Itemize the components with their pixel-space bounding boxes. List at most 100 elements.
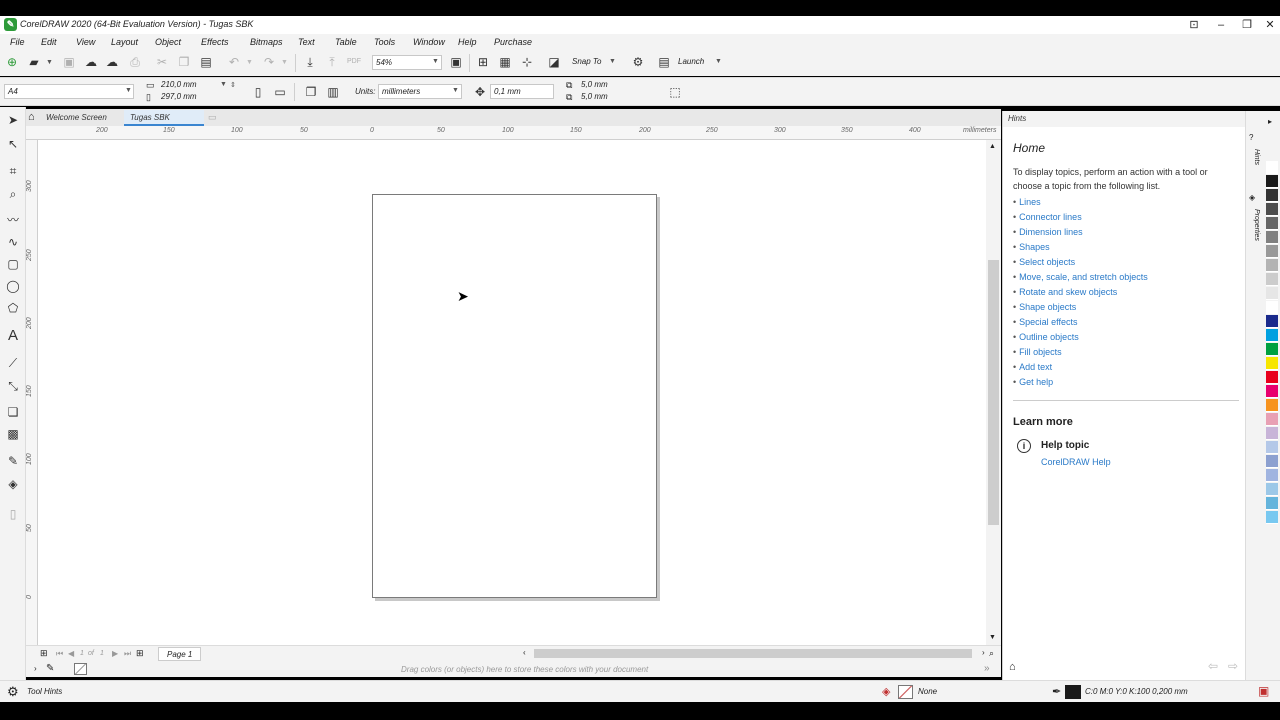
hint-link[interactable]: • Select objects: [1013, 257, 1075, 267]
color-swatch[interactable]: [1266, 371, 1278, 384]
hint-link[interactable]: • Rotate and skew objects: [1013, 287, 1117, 297]
text-tool-icon[interactable]: A: [4, 327, 22, 345]
print-icon[interactable]: ⎙: [127, 54, 143, 70]
launch-icon[interactable]: ▤: [656, 54, 672, 70]
color-swatch[interactable]: [1266, 231, 1278, 244]
connector-tool-icon[interactable]: ⤡: [4, 377, 22, 395]
export-icon[interactable]: ⤒: [324, 54, 340, 70]
color-swatch[interactable]: [1266, 301, 1278, 314]
chevron-down-icon[interactable]: ▼: [609, 58, 616, 65]
color-swatch[interactable]: [1266, 273, 1278, 286]
add-page-icon[interactable]: ⊞: [40, 648, 48, 659]
menu-object[interactable]: Object: [155, 37, 181, 47]
hint-link[interactable]: • Shapes: [1013, 242, 1050, 252]
menu-edit[interactable]: Edit: [41, 37, 57, 47]
home-icon[interactable]: ⌂: [28, 111, 35, 123]
scroll-down-icon[interactable]: ▼: [989, 634, 996, 641]
maximize-button[interactable]: ❐: [1236, 17, 1258, 33]
menu-help[interactable]: Help: [458, 37, 477, 47]
new-tab-icon[interactable]: ▭: [208, 112, 217, 123]
drop-shadow-icon[interactable]: ❏: [4, 403, 22, 421]
forward-arrow-icon[interactable]: ⇨: [1228, 659, 1238, 673]
dimension-tool-icon[interactable]: ⟋: [4, 354, 22, 372]
tab-welcome-screen[interactable]: Welcome Screen: [40, 110, 113, 126]
prev-page-icon[interactable]: ◀: [68, 649, 74, 658]
show-rulers-icon[interactable]: ⊞: [475, 54, 491, 70]
cloud-icon[interactable]: ☁: [83, 54, 99, 70]
shape-tool-icon[interactable]: ↖: [4, 135, 22, 153]
open-folder-icon[interactable]: ▰: [26, 54, 42, 70]
minimize-button[interactable]: –: [1210, 17, 1232, 33]
crop-tool-icon[interactable]: ⌗: [4, 162, 22, 180]
chevron-right-icon[interactable]: »: [984, 663, 990, 674]
menu-purchase[interactable]: Purchase: [494, 37, 532, 47]
color-swatch[interactable]: [1266, 441, 1278, 454]
chevron-down-icon[interactable]: ▼: [125, 87, 132, 94]
color-swatch[interactable]: [1266, 245, 1278, 258]
outline-swatch[interactable]: [1065, 685, 1081, 699]
color-swatch[interactable]: [1266, 287, 1278, 300]
vertical-scrollbar[interactable]: ▲ ▼: [986, 140, 1001, 645]
portrait-icon[interactable]: ▯: [250, 84, 266, 100]
gear-icon[interactable]: ⚙: [7, 684, 19, 700]
launch-dropdown[interactable]: Launch: [678, 57, 704, 66]
transparency-icon[interactable]: ▩: [4, 425, 22, 443]
last-page-icon[interactable]: ⏭: [124, 649, 131, 659]
color-swatch[interactable]: [1266, 385, 1278, 398]
color-swatch[interactable]: [1266, 357, 1278, 370]
chevron-down-icon[interactable]: ▼: [246, 59, 253, 66]
color-swatch[interactable]: [1266, 413, 1278, 426]
menu-effects[interactable]: Effects: [201, 37, 229, 47]
cloud-upload-icon[interactable]: ☁: [104, 54, 120, 70]
menu-tools[interactable]: Tools: [374, 37, 395, 47]
gear-icon[interactable]: ⚙: [630, 54, 646, 70]
chevron-down-icon[interactable]: ▼: [432, 58, 439, 65]
menu-view[interactable]: View: [76, 37, 95, 47]
color-swatch[interactable]: [1266, 455, 1278, 468]
color-swatch[interactable]: [1266, 217, 1278, 230]
tab-tugas-sbk[interactable]: Tugas SBK: [124, 110, 204, 126]
menu-text[interactable]: Text: [298, 37, 315, 47]
color-proof-icon[interactable]: ▣: [1258, 684, 1269, 698]
scroll-left-icon[interactable]: ‹: [523, 648, 526, 657]
units-select[interactable]: millimeters: [378, 84, 462, 99]
chevron-down-icon[interactable]: ▼: [46, 59, 53, 66]
all-pages-icon[interactable]: ❐: [303, 84, 319, 100]
fill-icon[interactable]: ◈: [882, 685, 890, 698]
pick-tool-icon[interactable]: ➤: [4, 111, 22, 129]
color-swatch[interactable]: [1266, 497, 1278, 510]
hint-link[interactable]: • Move, scale, and stretch objects: [1013, 272, 1148, 282]
next-page-icon[interactable]: ▶: [112, 649, 118, 658]
add-tool-icon[interactable]: ▯: [4, 505, 22, 523]
properties-tab-icon[interactable]: ◈: [1249, 193, 1255, 202]
hints-tab-icon[interactable]: ?: [1249, 133, 1253, 142]
tab-hints[interactable]: Hints: [1253, 149, 1260, 165]
fill-swatch[interactable]: [898, 685, 913, 699]
guidelines-icon[interactable]: ⊹: [519, 54, 535, 70]
rectangle-tool-icon[interactable]: ▢: [4, 255, 22, 273]
no-color-swatch[interactable]: [74, 663, 87, 675]
snap-to-dropdown[interactable]: Snap To: [572, 57, 602, 66]
page-size-select[interactable]: A4: [4, 84, 134, 99]
zoom-navigator-icon[interactable]: ⌕: [989, 648, 994, 659]
home-icon[interactable]: ⌂: [1009, 661, 1016, 673]
show-grid-icon[interactable]: ▦: [497, 54, 513, 70]
first-page-icon[interactable]: ⏮: [56, 649, 63, 659]
snap-icon[interactable]: ◪: [546, 54, 562, 70]
undo-icon[interactable]: ↶: [226, 54, 242, 70]
full-screen-icon[interactable]: ▣: [448, 54, 464, 70]
palette-menu-icon[interactable]: ›: [34, 664, 37, 673]
hint-link[interactable]: • Add text: [1013, 362, 1052, 372]
color-swatch[interactable]: [1266, 259, 1278, 272]
color-swatch[interactable]: [1266, 483, 1278, 496]
horizontal-ruler[interactable]: 200 150 100 50 0 50 100 150 200 250 300 …: [26, 126, 1001, 140]
treat-as-filled-icon[interactable]: ⬚: [667, 84, 683, 100]
hint-link[interactable]: • Shape objects: [1013, 302, 1076, 312]
hint-link[interactable]: • Connector lines: [1013, 212, 1082, 222]
page-tab[interactable]: Page 1: [158, 647, 202, 661]
hint-link[interactable]: • Special effects: [1013, 317, 1078, 327]
cut-icon[interactable]: ✂: [154, 54, 170, 70]
current-page-icon[interactable]: ▥: [325, 84, 341, 100]
scroll-thumb[interactable]: [988, 260, 999, 525]
horizontal-scroll-thumb[interactable]: [534, 649, 972, 658]
